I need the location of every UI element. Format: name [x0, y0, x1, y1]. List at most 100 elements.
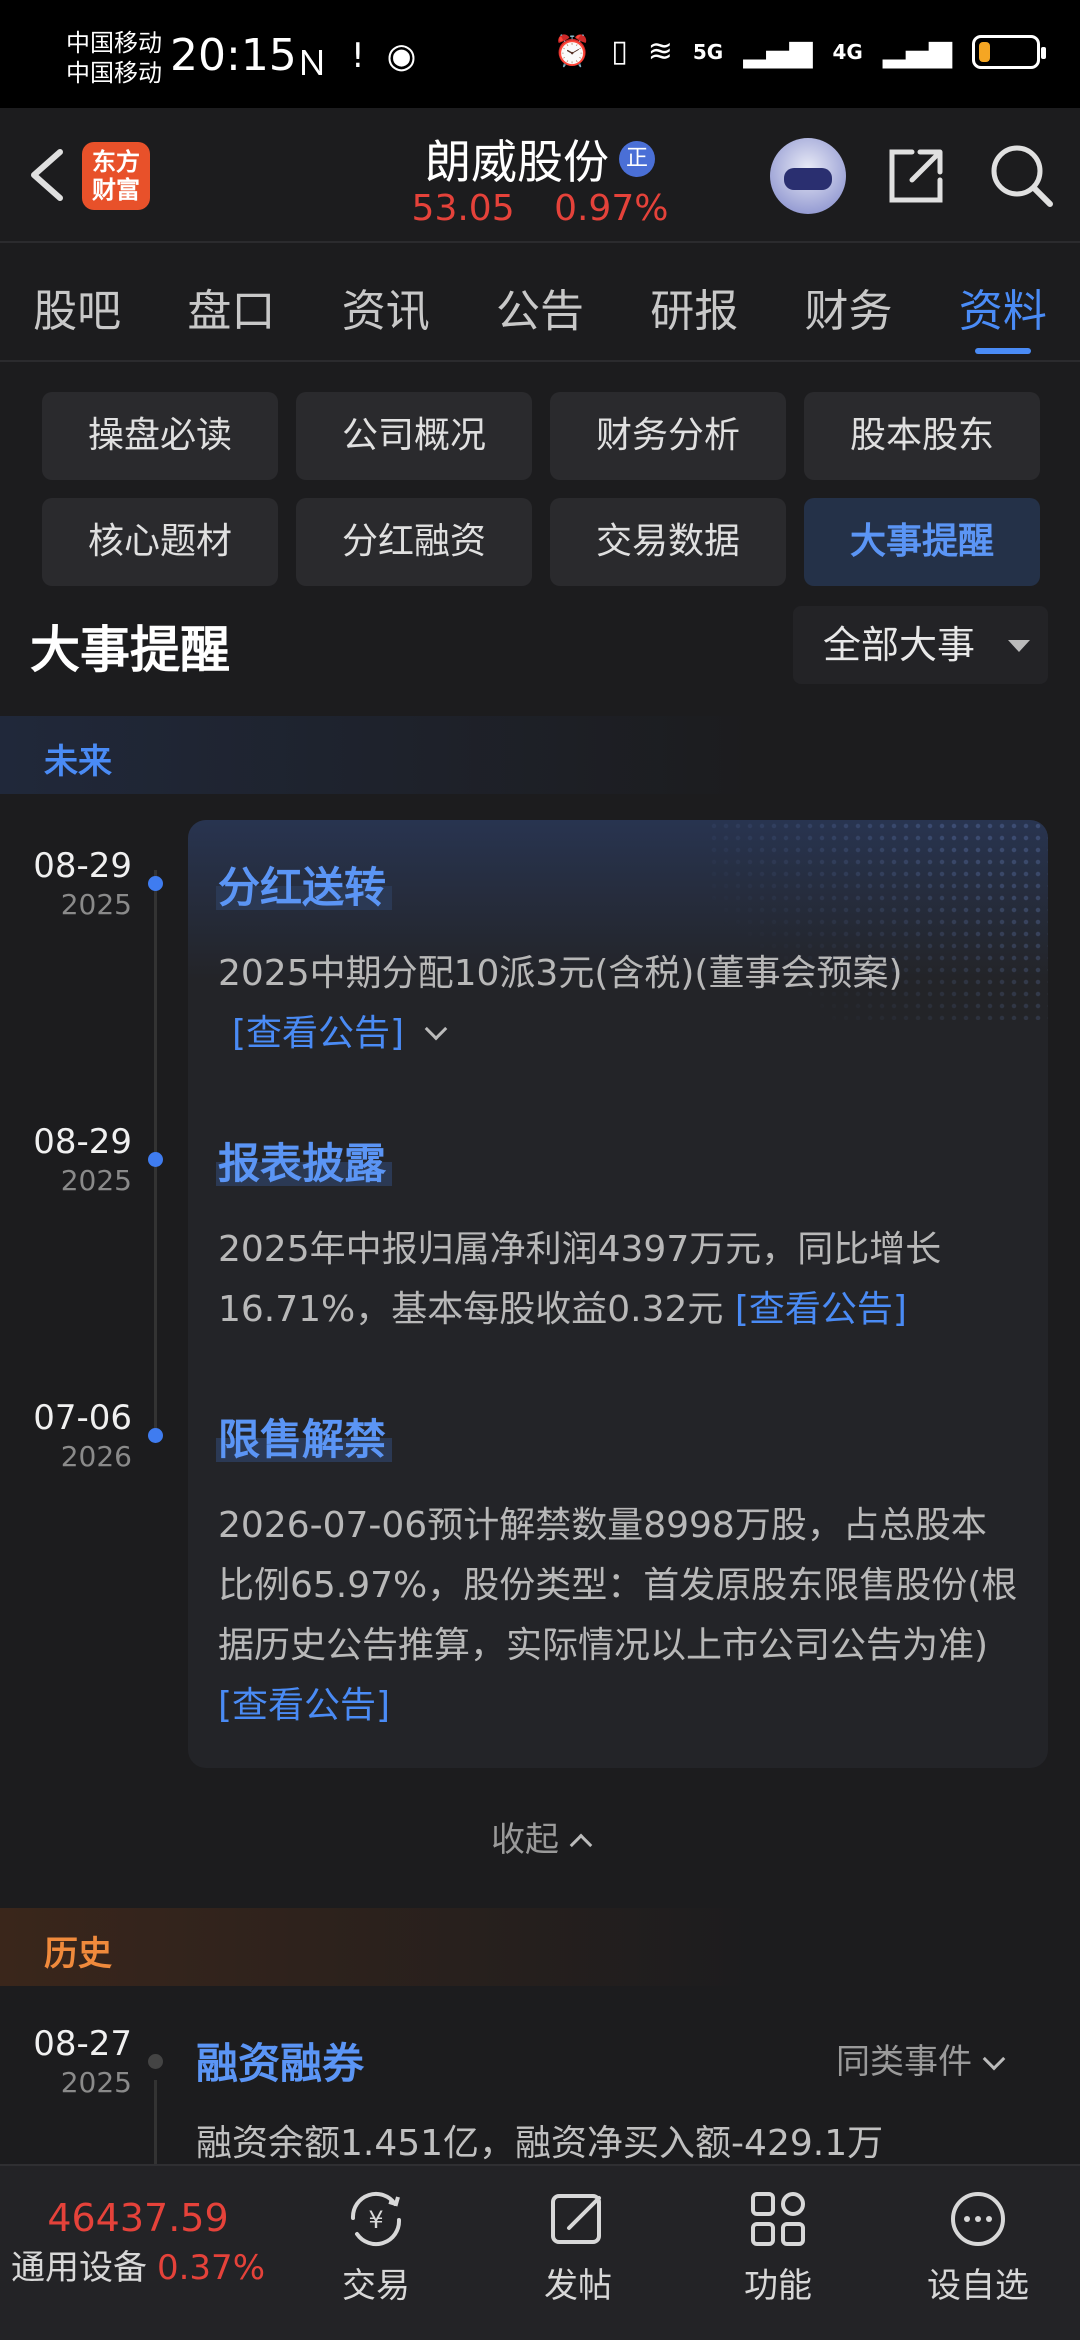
- trade-icon: ¥: [350, 2191, 402, 2247]
- stock-name: 朗威股份: [425, 135, 609, 189]
- event-date-md: 08-29: [33, 1122, 132, 1162]
- caret-down-icon: [1008, 640, 1030, 652]
- signal-icon: ▂▄▆: [743, 34, 813, 69]
- add-watchlist-label: 设自选: [927, 2266, 1029, 2306]
- tab-guba[interactable]: 股吧: [0, 262, 154, 360]
- post-icon: [551, 2194, 601, 2244]
- event-title: 融资融券: [196, 2039, 365, 2088]
- notification-icons: Ｎ ! ◉: [295, 36, 416, 85]
- sub-menu-item[interactable]: 交易数据: [550, 498, 786, 586]
- tab-gonggao[interactable]: 公告: [463, 262, 617, 360]
- event-date: 08-29 2025: [0, 1122, 132, 1197]
- nfc-icon: Ｎ: [295, 44, 329, 84]
- chevron-down-icon[interactable]: [424, 1017, 448, 1041]
- view-announcement-link[interactable]: [查看公告]: [735, 1289, 907, 1330]
- chevron-up-icon: [569, 1833, 593, 1857]
- battery-level-fill: [979, 41, 990, 62]
- sub-menu-item[interactable]: 股本股东: [804, 392, 1040, 480]
- grid-icon: [751, 2192, 805, 2246]
- event-date-year: 2025: [60, 1164, 132, 1197]
- function-label: 功能: [744, 2266, 812, 2306]
- history-label: 历史: [44, 1934, 112, 1974]
- vibrate-icon: ▯: [611, 34, 628, 69]
- same-type-events-button[interactable]: 同类事件: [836, 2034, 1006, 2083]
- collapse-button[interactable]: 收起: [0, 1812, 1080, 1861]
- sector-change-pct: 0.37%: [156, 2248, 265, 2288]
- event-title: 限售解禁: [218, 1415, 387, 1464]
- post-button[interactable]: 发帖: [508, 2188, 648, 2307]
- trade-label: 交易: [342, 2266, 410, 2306]
- sector-name: 通用设备: [10, 2248, 147, 2288]
- timeline-dot: [148, 1152, 163, 1167]
- stock-tabs: 股吧 盘口 资讯 公告 研报 财务 资料: [0, 262, 1080, 362]
- sound-icon: ◉: [386, 36, 417, 76]
- future-events-card: 分红送转 2025中期分配10派3元(含税)(董事会预案) [查看公告] 报表披…: [188, 820, 1048, 1768]
- carrier-info: 中国移动 中国移动: [66, 28, 162, 88]
- carrier-2: 中国移动: [66, 59, 162, 87]
- event-date-md: 08-27: [33, 2024, 132, 2064]
- network-5g-label: 5G: [692, 39, 724, 64]
- sector-index[interactable]: 46437.59 通用设备 0.37%: [0, 2196, 276, 2289]
- event-date: 08-27 2025: [0, 2024, 132, 2099]
- event-date-year: 2026: [60, 1440, 132, 1473]
- sub-menu-item[interactable]: 核心题材: [42, 498, 278, 586]
- event-body: 2025中期分配10派3元(含税)(董事会预案) [查看公告]: [218, 944, 1018, 1064]
- post-label: 发帖: [544, 2266, 612, 2306]
- event-body: 融资余额1.451亿，融资净买入额-429.1万: [196, 2123, 884, 2164]
- sub-menu-item[interactable]: 分红融资: [296, 498, 532, 586]
- wifi-icon: ≋: [647, 34, 673, 69]
- sector-index-value: 46437.59: [47, 2196, 229, 2240]
- timeline-line: [154, 2080, 157, 2170]
- event-date-year: 2025: [60, 2066, 132, 2099]
- future-label: 未来: [44, 742, 112, 782]
- bottom-bar: 46437.59 通用设备 0.37% ¥ 交易 发帖 功能 设自选: [0, 2164, 1080, 2340]
- add-watchlist-button[interactable]: 设自选: [908, 2188, 1048, 2307]
- view-announcement-link[interactable]: [查看公告]: [232, 1013, 404, 1054]
- robot-assistant-icon[interactable]: [770, 138, 846, 214]
- signal-icon-2: ▂▄▆: [882, 34, 952, 69]
- network-4g-label: 4G: [832, 39, 863, 64]
- event-date-year: 2025: [60, 888, 132, 921]
- event-date-md: 08-29: [33, 846, 132, 886]
- stock-price: 53.05: [411, 188, 515, 229]
- tab-caiwu[interactable]: 财务: [771, 262, 925, 360]
- event-date-md: 07-06: [33, 1398, 132, 1438]
- tab-pankou[interactable]: 盘口: [154, 262, 308, 360]
- sub-menu-item[interactable]: 财务分析: [550, 392, 786, 480]
- tab-yanbao[interactable]: 研报: [617, 262, 771, 360]
- sub-menu-item-active[interactable]: 大事提醒: [804, 498, 1040, 586]
- event-body: 2025年中报归属净利润4397万元，同比增长16.71%，基本每股收益0.32…: [218, 1220, 1018, 1340]
- status-bar: 中国移动 中国移动 20:15 Ｎ ! ◉ ⏰ ▯ ≋ 5G ▂▄▆ 4G ▂▄…: [0, 0, 1080, 108]
- sub-menu-item[interactable]: 操盘必读: [42, 392, 278, 480]
- history-band: 历史: [0, 1908, 1080, 1986]
- timeline-dot: [148, 2054, 163, 2069]
- event-filter-dropdown[interactable]: 全部大事: [793, 606, 1048, 684]
- stock-change-pct: 0.97%: [554, 188, 669, 229]
- robot-visor: [784, 168, 832, 190]
- event-text: 2026-07-06预计解禁数量8998万股，占总股本比例65.97%，股份类型…: [218, 1505, 1018, 1666]
- future-band: 未来: [0, 716, 1080, 794]
- event-title: 报表披露: [218, 1139, 387, 1188]
- collapse-label: 收起: [491, 1820, 559, 1860]
- stock-badge: 正: [619, 141, 655, 177]
- stock-header: 东方 财富 朗威股份 正 53.05 0.97%: [0, 108, 1080, 243]
- timeline-dot: [148, 876, 163, 891]
- share-icon[interactable]: [882, 142, 950, 210]
- chevron-down-icon: [982, 2047, 1006, 2071]
- system-icons: ⏰ ▯ ≋ 5G ▂▄▆ 4G ▂▄▆: [554, 34, 1046, 69]
- svg-text:¥: ¥: [368, 2206, 383, 2234]
- search-icon[interactable]: [986, 140, 1056, 210]
- battery-icon: [972, 34, 1046, 69]
- event-body: 2026-07-06预计解禁数量8998万股，占总股本比例65.97%，股份类型…: [218, 1496, 1018, 1736]
- event-date: 08-29 2025: [0, 846, 132, 921]
- tab-ziliao[interactable]: 资料: [926, 262, 1080, 360]
- view-announcement-link[interactable]: [查看公告]: [218, 1685, 390, 1726]
- timeline-dot: [148, 1428, 163, 1443]
- status-time: 20:15: [170, 30, 297, 81]
- trade-button[interactable]: ¥ 交易: [306, 2188, 446, 2307]
- function-button[interactable]: 功能: [708, 2188, 848, 2307]
- tab-zixun[interactable]: 资讯: [309, 262, 463, 360]
- section-title: 大事提醒: [30, 621, 230, 679]
- alert-icon: !: [351, 36, 365, 76]
- sub-menu-item[interactable]: 公司概况: [296, 392, 532, 480]
